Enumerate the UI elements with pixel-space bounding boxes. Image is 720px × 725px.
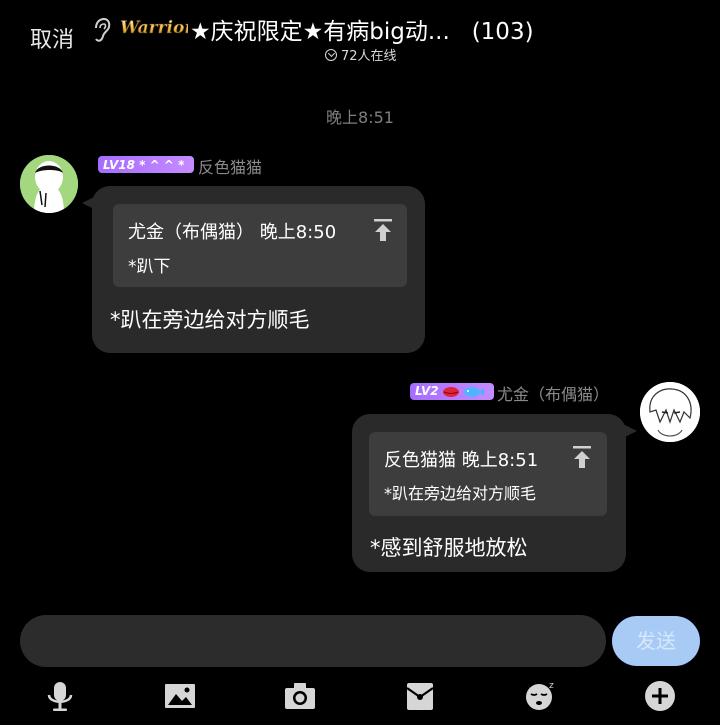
online-count: 72人在线	[341, 49, 397, 64]
member-count: (103)	[471, 19, 534, 45]
message-text: *感到舒服地放松	[370, 536, 528, 560]
level-decoration: * ^ ^ *	[139, 158, 185, 172]
level-badge: LV2	[410, 383, 494, 400]
quote-header: 尤金（布偶猫） 晚上8:50	[128, 222, 337, 243]
level-badge: LV18 * ^ ^ *	[98, 156, 194, 173]
username[interactable]: 反色猫猫	[198, 154, 262, 178]
send-button[interactable]: 发送	[612, 616, 700, 666]
plus-icon[interactable]	[644, 680, 676, 712]
warrior-badge: Warrior	[120, 18, 188, 39]
timestamp: 晚上8:51	[326, 108, 394, 127]
quote-body: *趴下	[128, 257, 171, 277]
fish-icon	[463, 386, 484, 397]
camera-icon[interactable]	[284, 680, 316, 712]
sleep-emoji-icon[interactable]: z	[524, 680, 556, 712]
scroll-to-quote-icon[interactable]	[573, 446, 591, 468]
group-title: ★庆祝限定★有病big动...	[190, 19, 450, 45]
red-packet-icon[interactable]	[404, 680, 436, 712]
lips-icon	[442, 386, 459, 397]
quote-header: 反色猫猫 晚上8:51	[384, 450, 539, 471]
microphone-icon[interactable]	[44, 680, 76, 712]
avatar[interactable]	[640, 382, 700, 442]
message-text: *趴在旁边给对方顺毛	[110, 308, 310, 332]
chat-title: ★庆祝限定★有病big动... (103)	[190, 12, 534, 46]
cancel-button[interactable]: 取消	[30, 22, 74, 54]
online-indicator[interactable]: 72人在线	[325, 45, 397, 64]
message-input[interactable]	[20, 615, 606, 667]
warrior-badge-text: Warrior	[120, 18, 188, 38]
scroll-to-quote-icon[interactable]	[374, 219, 392, 241]
svg-text:z: z	[549, 681, 554, 691]
avatar[interactable]	[20, 155, 78, 213]
username[interactable]: 尤金（布偶猫）	[497, 381, 609, 405]
ear-icon[interactable]	[90, 16, 112, 46]
chevron-down-icon	[325, 48, 337, 61]
quote-body: *趴在旁边给对方顺毛	[384, 484, 537, 503]
image-icon[interactable]	[164, 680, 196, 712]
